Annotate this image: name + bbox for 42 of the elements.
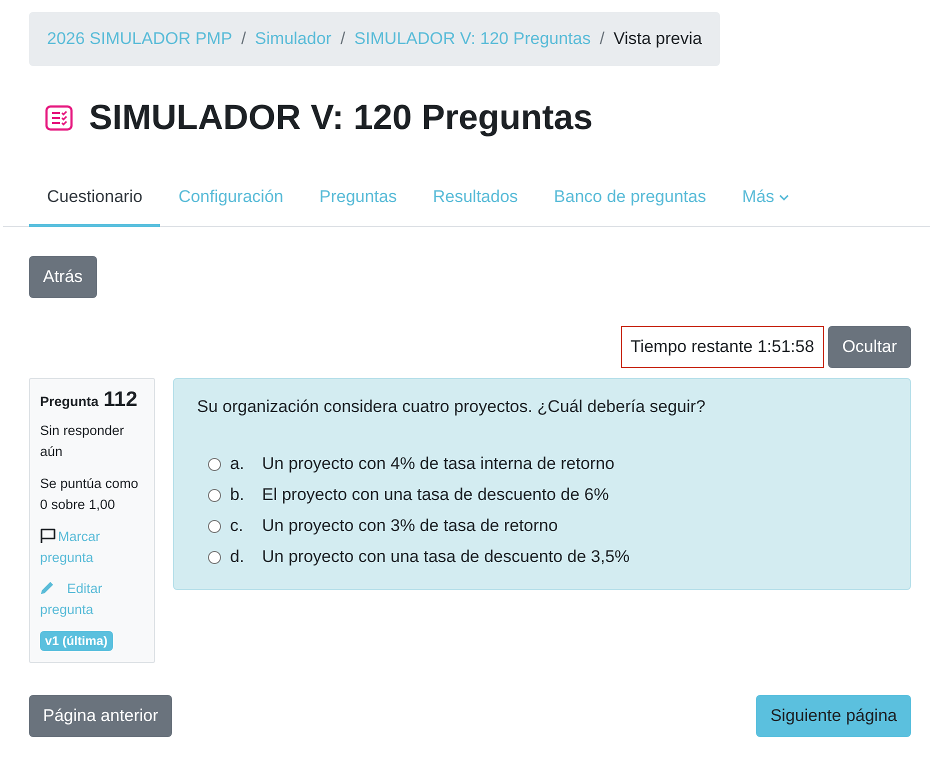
previous-page-button[interactable]: Página anterior (29, 695, 172, 737)
tab[interactable]: Configuración (160, 170, 302, 227)
radio-button[interactable] (208, 458, 221, 470)
option-text: Un proyecto con 4% de tasa interna de retorno (262, 454, 614, 474)
breadcrumb-separator: / (241, 29, 246, 49)
option-letter: a. (230, 454, 246, 474)
breadcrumb-separator: / (600, 29, 604, 49)
option-letter: d. (230, 547, 246, 567)
option-text: El proyecto con una tasa de descuento de 6% (262, 485, 609, 505)
question-number: 112 (104, 389, 138, 410)
next-page-button[interactable]: Siguiente página (756, 695, 911, 737)
radio-button[interactable] (208, 520, 221, 532)
breadcrumb-link[interactable]: 2026 SIMULADOR PMP (47, 29, 232, 49)
breadcrumb-link[interactable]: SIMULADOR V: 120 Preguntas (354, 29, 591, 49)
question-text: Su organización considera cuatro proyectos. ¿Cuál debería seguir? (197, 396, 706, 418)
quiz-list-icon (45, 105, 73, 131)
option-letter: b. (230, 485, 246, 505)
tab[interactable]: Preguntas (301, 170, 415, 227)
radio-button[interactable] (208, 488, 221, 502)
pencil-icon (40, 580, 55, 595)
breadcrumb-separator: / (340, 29, 346, 49)
version-badge: v1 (última) (40, 631, 113, 651)
page-title: SIMULADOR V: 120 Preguntas (89, 97, 593, 139)
flag-question-link[interactable]: Marcar pregunta (40, 526, 145, 568)
edit-question-link[interactable]: Editar pregunta (40, 578, 145, 620)
question-label: Pregunta (40, 393, 99, 411)
breadcrumb-link[interactable]: Simulador (254, 29, 332, 49)
tab[interactable]: Banco de preguntas (536, 170, 724, 227)
radio-button[interactable] (208, 550, 221, 564)
hide-timer-button[interactable]: Ocultar (828, 326, 911, 368)
option-text: Un proyecto con 3% de tasa de retorno (262, 516, 558, 536)
option-letter: c. (230, 516, 244, 536)
tab[interactable]: Cuestionario (29, 170, 160, 227)
breadcrumb-current: Vista previa (613, 29, 702, 49)
caret-icon (779, 194, 790, 200)
back-button[interactable]: Atrás (29, 256, 97, 298)
question-state: Sin responder aún (40, 422, 126, 461)
question-grade: Se puntúa como 0 sobre 1,00 (40, 475, 140, 514)
timer-display: Tiempo restante 1:51:58 (620, 326, 824, 368)
tab[interactable]: Resultados (414, 170, 536, 227)
option-text: Un proyecto con una tasa de descuento de 3,5% (262, 547, 630, 567)
tab[interactable]: Más (724, 170, 808, 227)
